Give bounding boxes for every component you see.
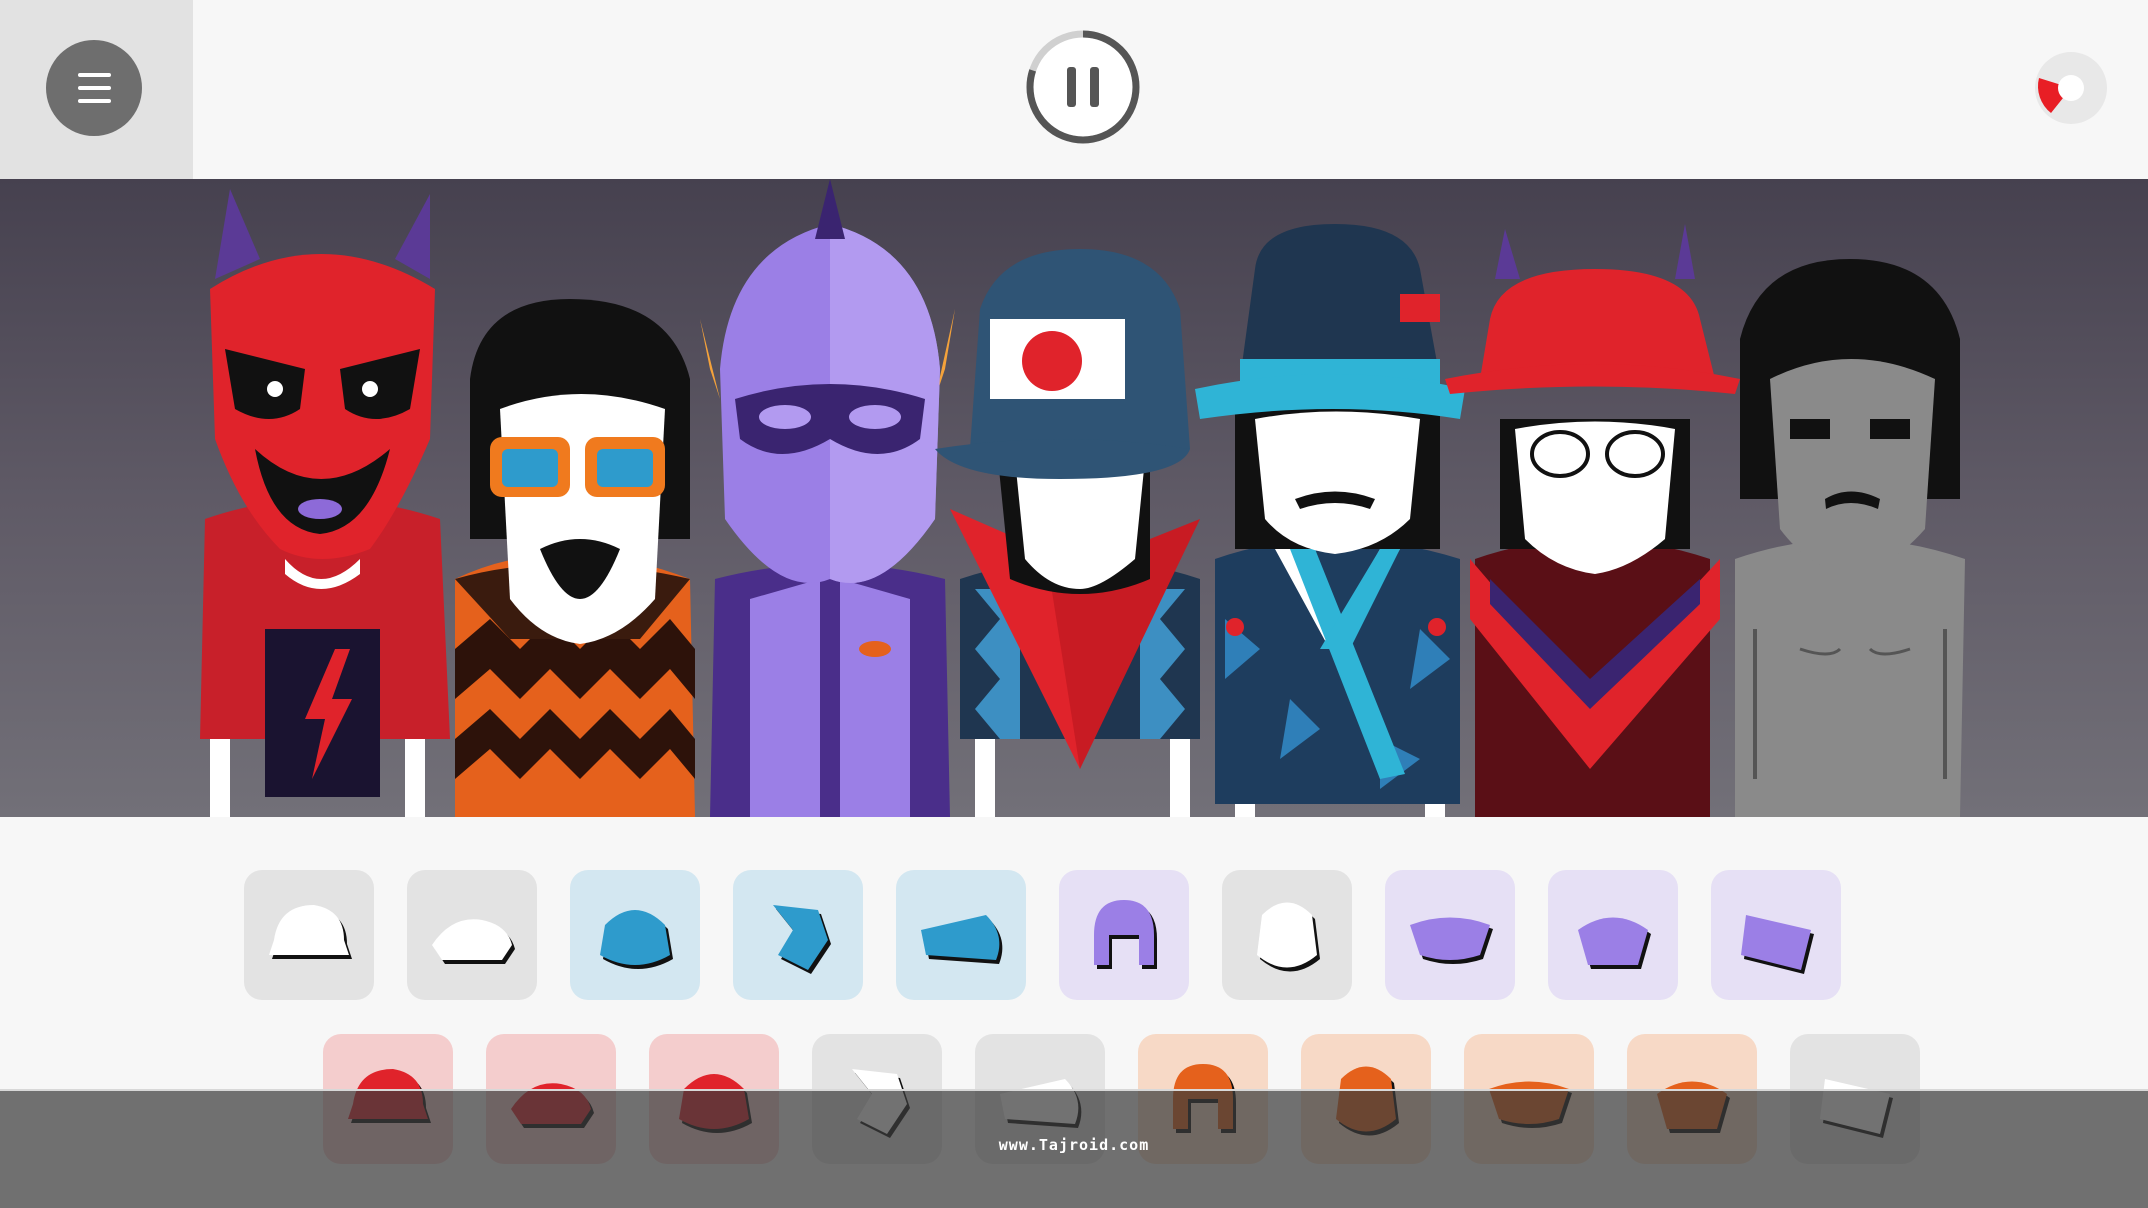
purple-headphones-button[interactable] [1059,870,1189,1000]
blue-hand-button[interactable] [733,870,863,1000]
purple-masked-character[interactable] [700,179,955,817]
blue-hand-icon [773,905,831,974]
record-icon [2035,52,2107,124]
grey-head-icon [1257,902,1320,972]
hamburger-menu-icon[interactable] [46,40,142,136]
red-demon-character[interactable] [200,189,450,817]
purple-headphones-icon [1094,900,1157,969]
purple-cassette-button[interactable] [1711,870,1841,1000]
grey-hat-icon [432,919,515,964]
watermark-text: www.Tajroid.com [998,1136,1150,1154]
purple-eyes-button[interactable] [1548,870,1678,1000]
blue-visor-button[interactable] [896,870,1026,1000]
blue-visor-icon [921,915,1003,964]
purple-eyes-icon [1578,917,1651,969]
japan-cap-character[interactable] [935,249,1200,817]
orange-shades-character[interactable] [455,299,695,817]
character-stage [0,179,2148,817]
purple-eye-mask-icon [1410,917,1493,964]
red-hat-character[interactable] [1445,224,1740,817]
grey-cap-button[interactable] [244,870,374,1000]
grey-cap-icon [269,905,352,959]
blue-mask-button[interactable] [570,870,700,1000]
grey-silent-character[interactable] [1735,259,1965,817]
pause-icon [1026,30,1140,144]
purple-eye-mask-button[interactable] [1385,870,1515,1000]
blue-mask-icon [600,910,673,969]
purple-cassette-icon [1741,915,1814,974]
top-bar [0,0,2148,179]
pause-button[interactable] [1022,26,1144,148]
bucket-hat-character[interactable] [1195,224,1465,817]
grey-head-button[interactable] [1222,870,1352,1000]
menu-panel [0,0,193,179]
grey-hat-button[interactable] [407,870,537,1000]
record-button[interactable] [2033,50,2109,126]
